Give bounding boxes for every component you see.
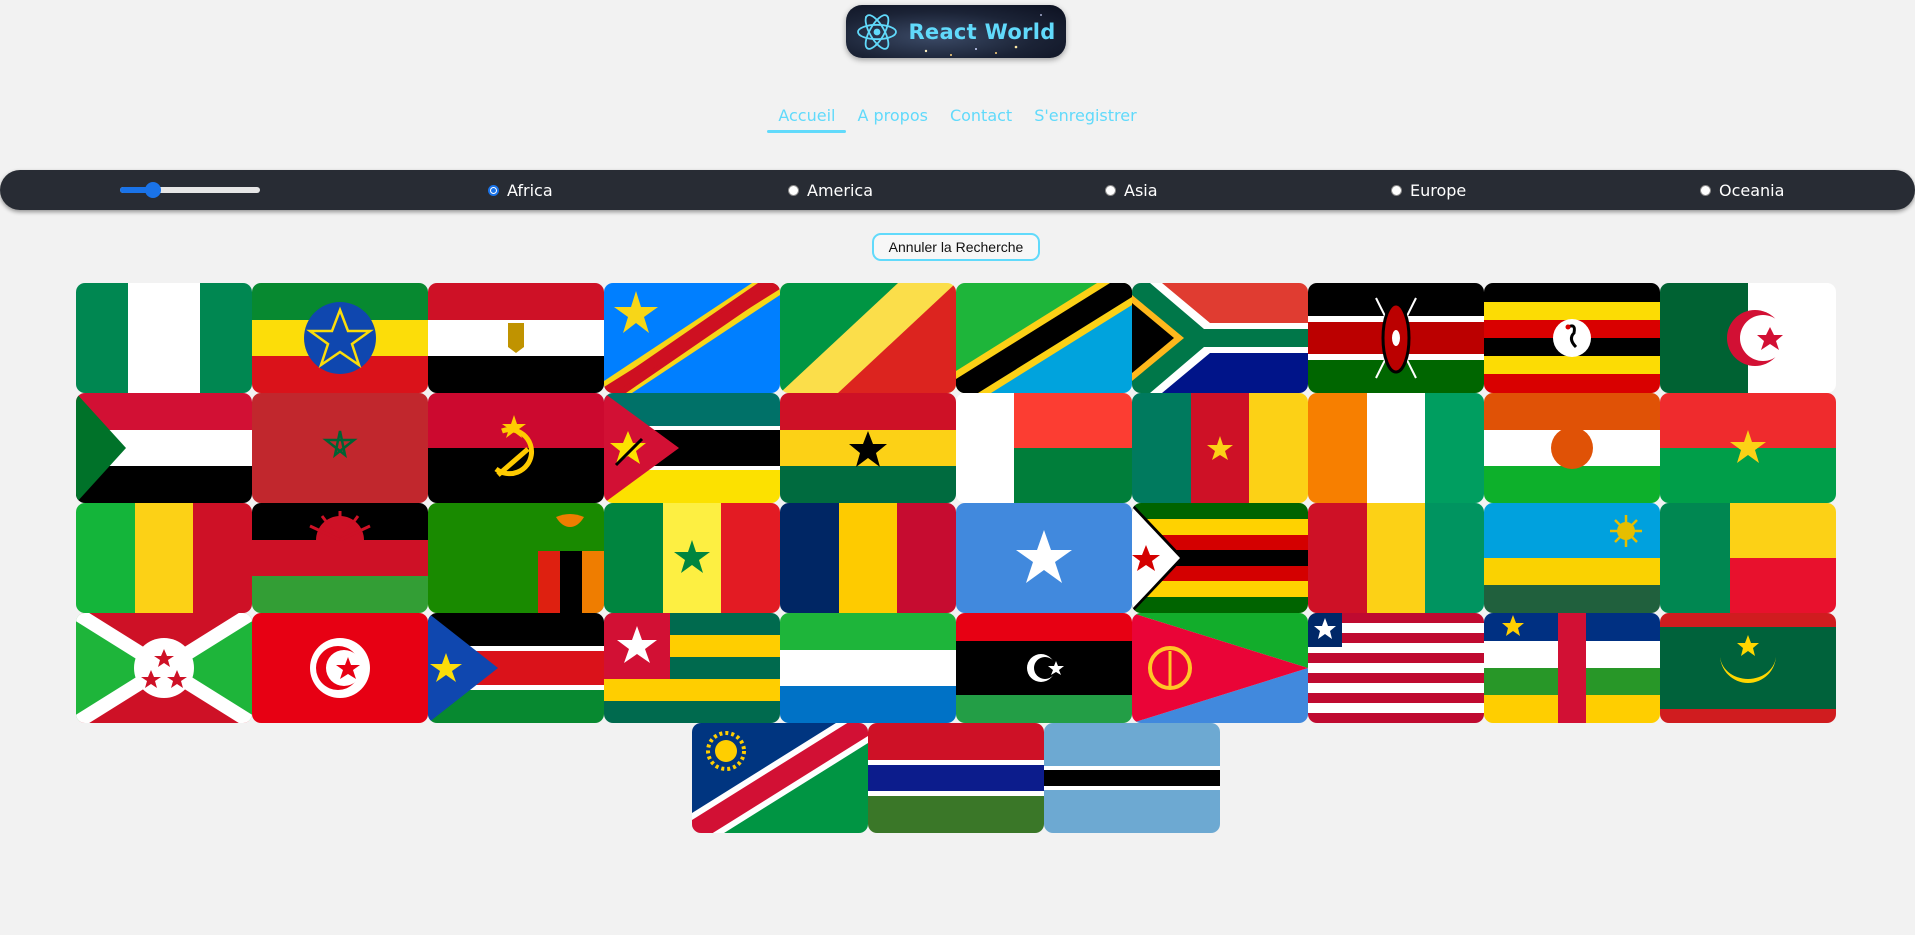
botswana-flag[interactable] bbox=[1044, 723, 1220, 833]
mali-flag[interactable] bbox=[76, 503, 252, 613]
eritrea-flag[interactable] bbox=[1132, 613, 1308, 723]
region-oceania[interactable]: Oceania bbox=[1700, 170, 1784, 210]
radio-africa[interactable] bbox=[488, 184, 499, 196]
liberia-flag[interactable] bbox=[1308, 613, 1484, 723]
nav-accueil[interactable]: Accueil bbox=[767, 104, 847, 133]
zimbabwe-flag[interactable] bbox=[1132, 503, 1308, 613]
ethiopia-flag[interactable] bbox=[252, 283, 428, 393]
region-europe[interactable]: Europe bbox=[1391, 170, 1466, 210]
sierra-leone-flag[interactable] bbox=[780, 613, 956, 723]
tunisia-flag[interactable] bbox=[252, 613, 428, 723]
morocco-flag[interactable] bbox=[252, 393, 428, 503]
region-africa[interactable]: Africa bbox=[488, 170, 553, 210]
gambia-flag[interactable] bbox=[868, 723, 1044, 833]
central-african-republic-flag[interactable] bbox=[1484, 613, 1660, 723]
mauritania-flag[interactable] bbox=[1660, 613, 1836, 723]
south-sudan-flag[interactable] bbox=[428, 613, 604, 723]
cancel-search-button[interactable]: Annuler la Recherche bbox=[872, 233, 1040, 261]
namibia-flag[interactable] bbox=[692, 723, 868, 833]
react-atom-icon bbox=[857, 13, 898, 50]
radio-europe[interactable] bbox=[1391, 184, 1402, 196]
nav-contact[interactable]: Contact bbox=[939, 104, 1023, 133]
rwanda-flag[interactable] bbox=[1484, 503, 1660, 613]
country-count-slider[interactable] bbox=[120, 182, 260, 198]
burkina-faso-flag[interactable] bbox=[1660, 393, 1836, 503]
algeria-flag[interactable] bbox=[1660, 283, 1836, 393]
radio-asia[interactable] bbox=[1105, 184, 1116, 196]
ivory-coast-flag[interactable] bbox=[1308, 393, 1484, 503]
filter-bar: Africa America Asia Europe Oceania bbox=[0, 170, 1915, 210]
dr-congo-flag[interactable] bbox=[604, 283, 780, 393]
radio-oceania[interactable] bbox=[1700, 184, 1711, 196]
malawi-flag[interactable] bbox=[252, 503, 428, 613]
region-america[interactable]: America bbox=[788, 170, 873, 210]
zambia-flag[interactable] bbox=[428, 503, 604, 613]
region-asia[interactable]: Asia bbox=[1105, 170, 1158, 210]
madagascar-flag[interactable] bbox=[956, 393, 1132, 503]
nav-a-propos[interactable]: A propos bbox=[846, 104, 938, 133]
cameroon-flag[interactable] bbox=[1132, 393, 1308, 503]
ghana-flag[interactable] bbox=[780, 393, 956, 503]
angola-flag[interactable] bbox=[428, 393, 604, 503]
region-label-oceania: Oceania bbox=[1719, 180, 1785, 200]
libya-flag[interactable] bbox=[956, 613, 1132, 723]
sudan-flag[interactable] bbox=[76, 393, 252, 503]
radio-america[interactable] bbox=[788, 184, 799, 196]
congo-flag[interactable] bbox=[780, 283, 956, 393]
region-label-africa: Africa bbox=[507, 180, 553, 200]
mozambique-flag[interactable] bbox=[604, 393, 780, 503]
nigeria-flag[interactable] bbox=[76, 283, 252, 393]
region-label-europe: Europe bbox=[1410, 180, 1467, 200]
region-label-america: America bbox=[807, 180, 873, 200]
somalia-flag[interactable] bbox=[956, 503, 1132, 613]
slider-thumb[interactable] bbox=[144, 182, 161, 198]
kenya-flag[interactable] bbox=[1308, 283, 1484, 393]
flags-grid bbox=[76, 283, 1836, 833]
main-nav: Accueil A propos Contact S'enregistrer bbox=[0, 104, 1915, 133]
niger-flag[interactable] bbox=[1484, 393, 1660, 503]
react-world-logo[interactable]: React World bbox=[846, 5, 1066, 58]
uganda-flag[interactable] bbox=[1484, 283, 1660, 393]
burundi-flag[interactable] bbox=[76, 613, 252, 723]
nav-register[interactable]: S'enregistrer bbox=[1023, 104, 1147, 133]
senegal-flag[interactable] bbox=[604, 503, 780, 613]
togo-flag[interactable] bbox=[604, 613, 780, 723]
south-africa-flag[interactable] bbox=[1132, 283, 1308, 393]
tanzania-flag[interactable] bbox=[956, 283, 1132, 393]
benin-flag[interactable] bbox=[1660, 503, 1836, 613]
region-label-asia: Asia bbox=[1124, 180, 1158, 200]
chad-flag[interactable] bbox=[780, 503, 956, 613]
guinea-flag[interactable] bbox=[1308, 503, 1484, 613]
egypt-flag[interactable] bbox=[428, 283, 604, 393]
logo-text: React World bbox=[908, 19, 1056, 44]
